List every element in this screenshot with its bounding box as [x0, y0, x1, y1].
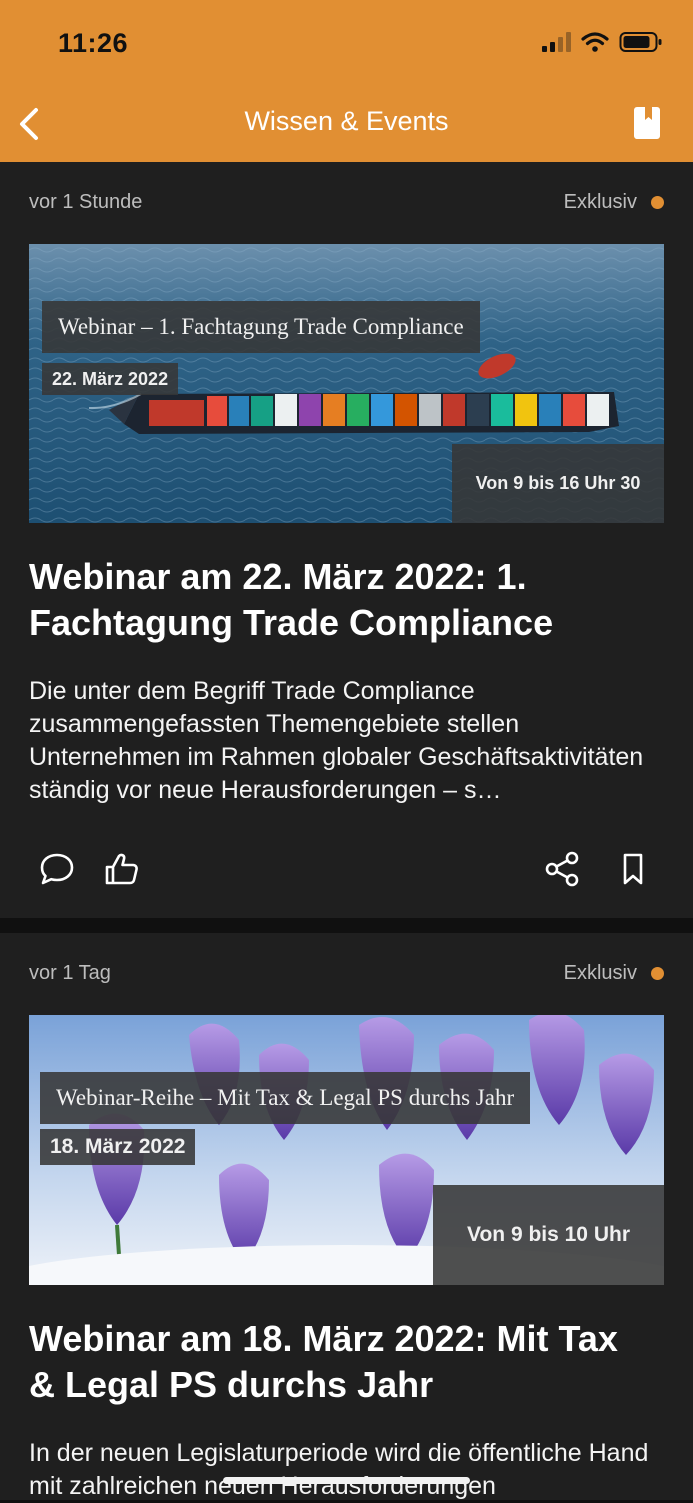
image-overlay-title: Webinar-Reihe – Mit Tax & Legal PS durch… [40, 1072, 531, 1124]
share-icon[interactable] [543, 850, 581, 888]
app-header: 11:26 Wissen & Events [0, 0, 693, 162]
article-card[interactable]: vor 1 Tag Exklusiv Webinar-Reihe – Mit T… [0, 933, 693, 1500]
article-summary[interactable]: Die unter dem Begriff Trade Compliance z… [29, 675, 664, 807]
exclusive-dot-icon [651, 967, 664, 980]
article-headline[interactable]: Webinar am 18. März 2022: Mit Tax & Lega… [29, 1316, 649, 1408]
article-card[interactable]: vor 1 Stunde Exklusiv Webinar – 1. Facht… [0, 162, 693, 918]
badge-label: Exklusiv [563, 191, 637, 213]
wifi-icon [581, 32, 609, 52]
image-overlay-title: Webinar – 1. Fachtagung Trade Compliance [42, 301, 480, 353]
like-icon[interactable] [102, 850, 140, 888]
signal-icon [542, 32, 571, 52]
article-image[interactable]: Webinar-Reihe – Mit Tax & Legal PS durch… [29, 1015, 664, 1285]
badge-label: Exklusiv [563, 962, 637, 984]
image-overlay-time: Von 9 bis 16 Uhr 30 [452, 444, 664, 523]
article-age: vor 1 Stunde [29, 191, 143, 213]
status-time: 11:26 [58, 28, 129, 58]
bookmark-icon[interactable] [614, 850, 652, 888]
home-indicator[interactable] [223, 1477, 470, 1484]
article-summary[interactable]: In der neuen Legislaturperiode wird die … [29, 1437, 664, 1503]
comment-icon[interactable] [38, 850, 76, 888]
article-headline[interactable]: Webinar am 22. März 2022: 1. Fachtagung … [29, 554, 649, 646]
article-image[interactable]: Webinar – 1. Fachtagung Trade Compliance… [29, 244, 664, 523]
article-actions [0, 850, 693, 890]
page-title: Wissen & Events [244, 106, 449, 136]
battery-icon [619, 32, 662, 52]
image-overlay-date: 18. März 2022 [40, 1129, 196, 1165]
article-age: vor 1 Tag [29, 962, 111, 984]
image-overlay-date: 22. März 2022 [42, 363, 179, 395]
image-overlay-time: Von 9 bis 10 Uhr [433, 1185, 664, 1285]
status-icons [541, 31, 663, 53]
exclusive-badge: Exklusiv [564, 191, 664, 214]
bookmarks-icon[interactable] [633, 106, 661, 140]
exclusive-dot-icon [651, 196, 664, 209]
exclusive-badge: Exklusiv [564, 962, 664, 985]
